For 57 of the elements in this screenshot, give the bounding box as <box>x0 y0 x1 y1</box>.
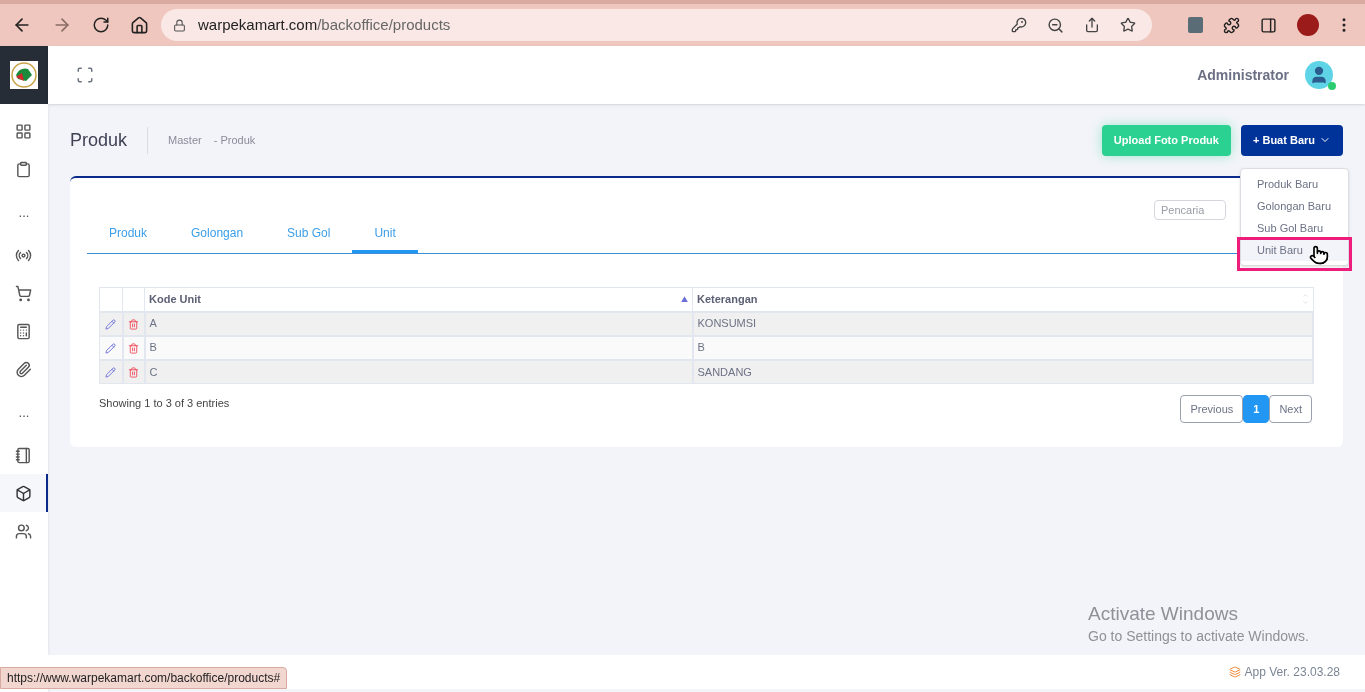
grid-icon <box>14 122 32 140</box>
tab[interactable]: Unit <box>352 216 418 253</box>
delete-icon[interactable] <box>128 367 139 379</box>
create-new-button[interactable]: + Buat Baru <box>1240 124 1343 156</box>
lock-icon <box>173 18 186 32</box>
table-cell: C <box>144 359 693 384</box>
zoom-out-icon[interactable] <box>1047 16 1064 34</box>
puzzle-icon[interactable] <box>1223 16 1240 34</box>
edit-icon[interactable] <box>105 318 117 330</box>
sidebar-item[interactable] <box>0 474 48 512</box>
side-panel-icon[interactable] <box>1260 16 1277 34</box>
edit-icon[interactable] <box>105 367 117 379</box>
profile-avatar[interactable] <box>1297 14 1319 36</box>
address-bar[interactable]: warpekamart.com/backoffice/products <box>161 9 1152 41</box>
app-version: App Ver. 23.03.28 <box>1244 664 1340 681</box>
fullscreen-icon[interactable] <box>76 66 94 84</box>
section-dots: ... <box>18 205 30 219</box>
tab[interactable]: Sub Gol <box>265 216 353 253</box>
logo-icon <box>10 61 38 89</box>
edit-icon[interactable] <box>105 342 117 354</box>
breadcrumb-item[interactable]: Master <box>168 131 202 149</box>
tab[interactable]: Golongan <box>169 216 266 253</box>
users-icon <box>14 522 32 540</box>
pagination-button[interactable]: Previous <box>1180 395 1244 423</box>
menu-item[interactable]: Sub Gol Baru <box>1241 217 1348 239</box>
page-title: Produk <box>70 126 149 154</box>
paperclip-icon <box>14 360 32 378</box>
reload-icon[interactable] <box>92 16 110 34</box>
tab[interactable]: Produk <box>87 216 170 253</box>
pagination-button[interactable]: Next <box>1269 395 1312 423</box>
menu-item[interactable]: Golongan Baru <box>1241 195 1348 217</box>
breadcrumb-item: - Produk <box>213 132 256 148</box>
delete-icon[interactable] <box>128 342 139 354</box>
table-cell: SANDANG <box>692 359 1313 384</box>
activation-message: Go to Settings to activate Windows. <box>1088 627 1309 646</box>
share-icon[interactable] <box>1084 17 1100 33</box>
user-silhouette-icon <box>1309 65 1329 85</box>
key-icon[interactable] <box>1011 17 1027 33</box>
calculator-icon <box>14 322 32 340</box>
cube-icon <box>14 484 32 502</box>
url-text: warpekamart.com/backoffice/products <box>198 14 451 35</box>
section-dots: ... <box>18 405 30 419</box>
activation-title: Activate Windows <box>1088 602 1239 626</box>
user-name[interactable]: Administrator <box>1197 64 1289 86</box>
layers-icon <box>1228 666 1241 678</box>
search-field[interactable]: Pencaria <box>1154 200 1226 220</box>
notebook-icon <box>14 446 32 464</box>
menu-item[interactable]: Produk Baru <box>1241 173 1348 195</box>
clipboard-icon <box>14 160 32 178</box>
delete-icon[interactable] <box>128 318 139 330</box>
user-avatar[interactable] <box>1305 61 1333 89</box>
cart-icon <box>14 284 32 302</box>
status-link-text: https://www.warpekamart.com/backoffice/products# <box>7 670 281 687</box>
home-icon[interactable] <box>130 15 149 35</box>
pagination-button[interactable]: 1 <box>1243 395 1270 423</box>
entries-info: Showing 1 to 3 of 3 entries <box>99 396 230 411</box>
star-icon[interactable] <box>1120 17 1136 33</box>
